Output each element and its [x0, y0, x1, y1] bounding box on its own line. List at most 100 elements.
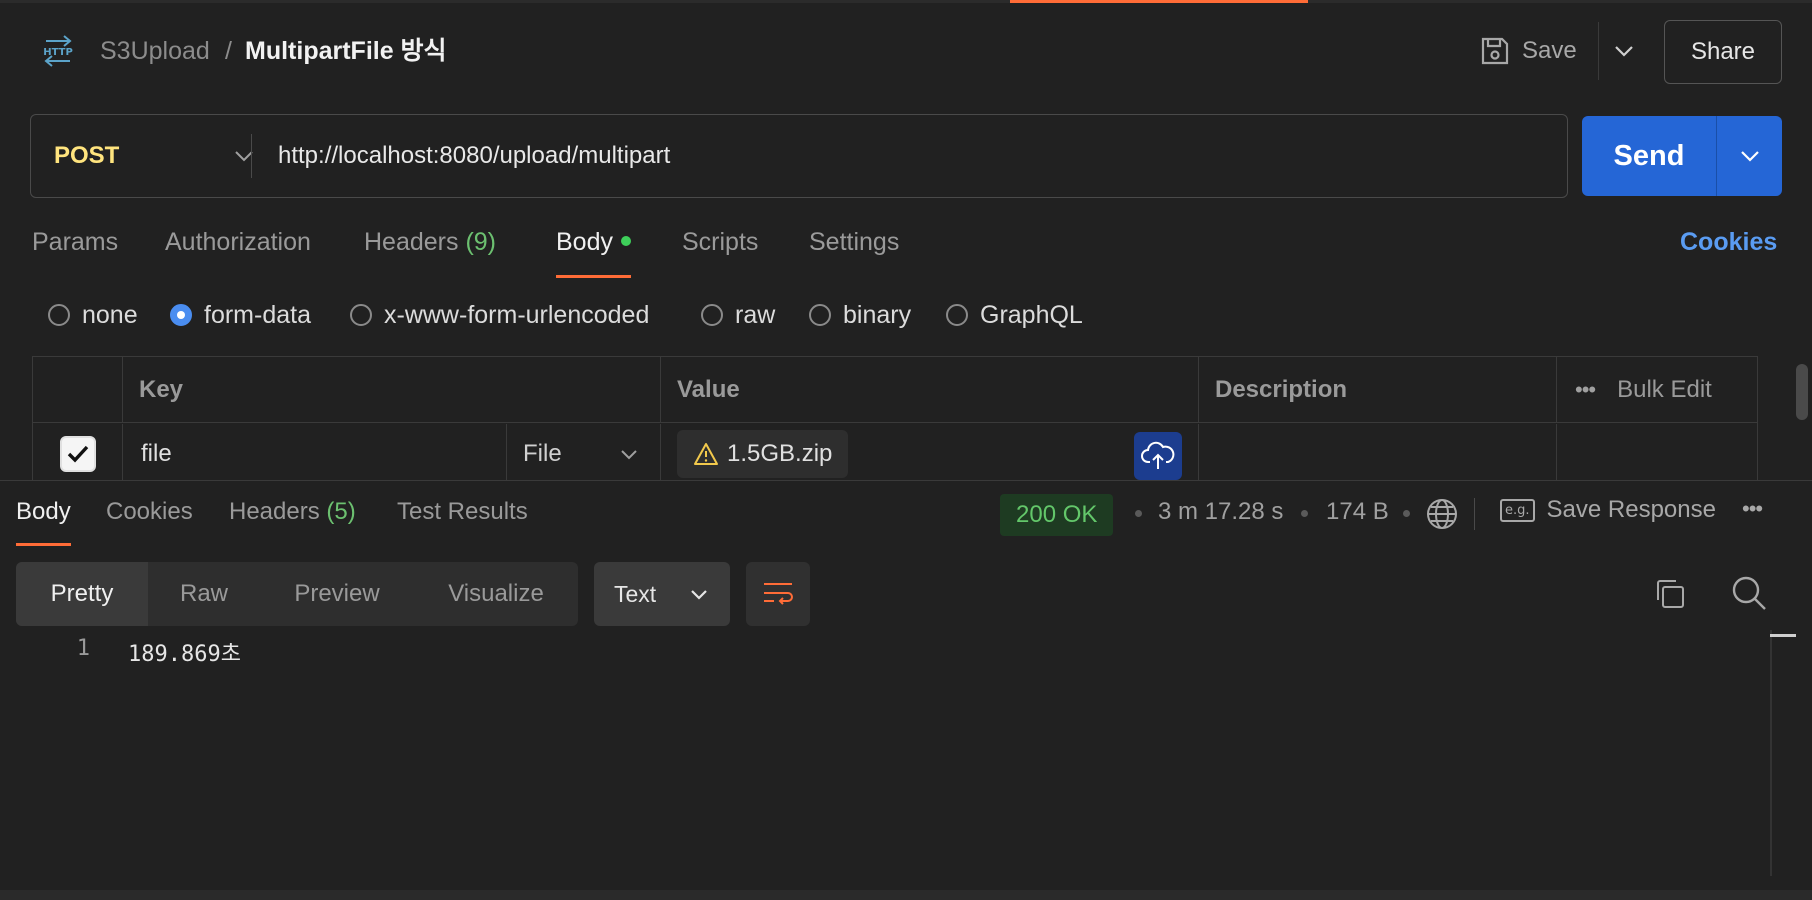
radio-binary[interactable]: binary: [809, 298, 911, 332]
response-tab-body[interactable]: Body: [16, 498, 71, 546]
cloud-upload-button[interactable]: [1134, 432, 1182, 480]
save-button[interactable]: Save: [1480, 28, 1577, 74]
checkmark-icon: [67, 445, 88, 463]
chevron-down-icon: [691, 589, 707, 600]
row-actions-cell: [1557, 424, 1757, 480]
view-raw[interactable]: Raw: [148, 562, 260, 626]
wrap-lines-icon: [764, 583, 793, 605]
row-description[interactable]: [1199, 424, 1557, 480]
radio-label: GraphQL: [980, 300, 1083, 329]
warning-icon: [694, 443, 718, 465]
save-icon: [1481, 37, 1509, 65]
radio-raw[interactable]: raw: [701, 298, 775, 332]
table-header-key: Key: [123, 357, 661, 423]
row-value-cell: 1.5GB.zip: [661, 424, 1199, 480]
radio-graphql[interactable]: GraphQL: [946, 298, 1083, 332]
table-header-description: Description: [1199, 357, 1557, 423]
send-button-group: Send: [1582, 116, 1782, 196]
radio-circle: [946, 304, 968, 326]
radio-circle: [350, 304, 372, 326]
form-data-table: Key Value Description ••• Bulk Edit file…: [32, 356, 1758, 480]
breadcrumb-collection[interactable]: S3Upload: [100, 36, 210, 66]
response-size[interactable]: 174 B: [1326, 498, 1389, 526]
response-tab-cookies[interactable]: Cookies: [106, 498, 193, 546]
globe-icon[interactable]: [1426, 498, 1458, 530]
response-scroll-track: [1770, 630, 1772, 876]
tab-body-label: Body: [556, 228, 613, 256]
tab-settings[interactable]: Settings: [809, 228, 899, 278]
tab-params[interactable]: Params: [32, 228, 118, 278]
radio-circle: [701, 304, 723, 326]
cloud-upload-icon: [1141, 441, 1175, 469]
wrap-lines-button[interactable]: [746, 562, 810, 626]
table-header-value: Value: [661, 357, 1199, 423]
tab-scripts[interactable]: Scripts: [682, 228, 758, 278]
radio-label: raw: [735, 300, 776, 329]
save-options-button[interactable]: [1598, 22, 1648, 80]
format-label: Text: [614, 580, 657, 607]
radio-urlencoded[interactable]: x-www-form-urlencoded: [350, 298, 649, 332]
response-tab-test-results[interactable]: Test Results: [397, 498, 528, 546]
cookies-link[interactable]: Cookies: [1680, 228, 1777, 257]
save-response-label: Save Response: [1546, 496, 1716, 523]
row-key[interactable]: file: [123, 424, 507, 480]
response-tab-headers-count: (5): [326, 498, 356, 525]
status-bar: [0, 890, 1812, 900]
radio-circle: [48, 304, 70, 326]
row-checkbox-cell: [33, 424, 123, 480]
chevron-down-icon: [621, 449, 637, 459]
method-label: POST: [54, 142, 120, 169]
response-scroll-thumb[interactable]: [1770, 634, 1796, 637]
status-badge[interactable]: 200 OK: [1000, 494, 1114, 536]
chevron-down-icon: [1614, 46, 1633, 57]
response-time[interactable]: 3 m 17.28 s: [1158, 498, 1283, 526]
format-select[interactable]: Text: [594, 562, 730, 626]
view-pretty[interactable]: Pretty: [16, 562, 148, 626]
meta-separator: [1403, 510, 1410, 517]
tab-body[interactable]: Body: [556, 228, 631, 278]
response-tab-headers[interactable]: Headers (5): [229, 498, 356, 546]
more-options-icon[interactable]: •••: [1575, 377, 1596, 403]
file-name: 1.5GB.zip: [727, 440, 833, 467]
request-scrollbar[interactable]: [1796, 364, 1808, 420]
view-preview[interactable]: Preview: [260, 562, 414, 626]
search-icon[interactable]: [1730, 574, 1768, 612]
copy-icon[interactable]: [1652, 576, 1688, 612]
radio-form-data[interactable]: form-data: [170, 298, 311, 332]
meta-separator: [1135, 510, 1142, 517]
response-body-text[interactable]: 189.869초: [128, 636, 241, 668]
row-type-label: File: [523, 440, 562, 467]
http-request-icon: HTTP: [43, 35, 73, 67]
row-checkbox[interactable]: [59, 436, 96, 472]
radio-label: form-data: [204, 300, 311, 329]
meta-separator: [1301, 510, 1308, 517]
radio-label: binary: [843, 300, 912, 329]
share-button[interactable]: Share: [1664, 20, 1782, 84]
send-options-button[interactable]: [1717, 116, 1782, 196]
top-border: [0, 0, 1812, 3]
row-type-select[interactable]: File: [507, 424, 661, 480]
send-button[interactable]: Send: [1582, 116, 1716, 196]
view-mode-group: Pretty Raw Preview Visualize: [16, 562, 578, 626]
url-input[interactable]: [278, 138, 1528, 174]
method-select[interactable]: POST: [54, 138, 254, 174]
tab-authorization[interactable]: Authorization: [165, 228, 311, 278]
response-divider[interactable]: [0, 480, 1812, 481]
more-options-icon[interactable]: •••: [1742, 496, 1763, 522]
radio-label: x-www-form-urlencoded: [384, 300, 650, 329]
line-number: 1: [76, 636, 90, 661]
radio-circle: [809, 304, 831, 326]
tab-headers-count: (9): [465, 228, 497, 256]
radio-none[interactable]: none: [48, 298, 138, 332]
file-chip[interactable]: 1.5GB.zip: [677, 430, 849, 478]
radio-label: none: [82, 300, 138, 329]
tab-headers-label: Headers: [364, 228, 459, 256]
url-divider: [251, 134, 252, 178]
view-visualize[interactable]: Visualize: [414, 562, 578, 626]
breadcrumb-separator: /: [225, 37, 232, 65]
request-name[interactable]: MultipartFile 방식: [245, 36, 447, 66]
tab-headers[interactable]: Headers (9): [364, 228, 496, 278]
save-response-button[interactable]: e.g. Save Response: [1500, 496, 1716, 524]
chevron-down-icon: [1740, 151, 1759, 162]
bulk-edit-button[interactable]: Bulk Edit: [1617, 376, 1712, 404]
